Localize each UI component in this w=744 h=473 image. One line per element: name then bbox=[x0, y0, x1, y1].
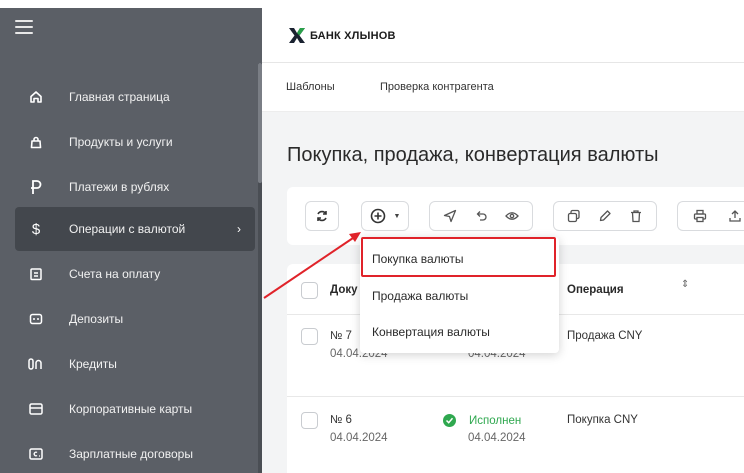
sidebar-item-rub-payments[interactable]: Платежи в рублях bbox=[0, 165, 262, 209]
export-group bbox=[677, 201, 744, 231]
document-number: № 6 bbox=[330, 414, 352, 426]
deposit-icon bbox=[28, 311, 44, 327]
sub-navigation: Шаблоны Проверка контрагента bbox=[262, 64, 744, 112]
select-all-checkbox[interactable] bbox=[301, 282, 318, 299]
top-bar: БАНК ХЛЫНОВ bbox=[262, 8, 744, 63]
bank-name: БАНК ХЛЫНОВ bbox=[310, 29, 396, 42]
sidebar-item-products[interactable]: Продукты и услуги bbox=[0, 120, 262, 164]
sort-icon[interactable]: ⇕ bbox=[681, 279, 689, 290]
sidebar: Главная страница Продукты и услуги Плате… bbox=[0, 8, 262, 473]
check-circle-icon bbox=[443, 414, 456, 427]
sidebar-item-corporate-cards[interactable]: Корпоративные карты bbox=[0, 387, 262, 431]
sidebar-item-invoices[interactable]: Счета на оплату bbox=[0, 252, 262, 296]
sidebar-item-credits[interactable]: Кредиты bbox=[0, 342, 262, 386]
plus-circle-icon bbox=[369, 207, 387, 225]
dollar-icon: $ bbox=[31, 220, 41, 238]
sidebar-item-label: Операции с валютой bbox=[69, 222, 186, 236]
eye-icon[interactable] bbox=[503, 207, 521, 225]
sidebar-item-label: Зарплатные договоры bbox=[69, 447, 193, 461]
invoice-icon bbox=[28, 266, 44, 282]
sidebar-item-label: Продукты и услуги bbox=[69, 135, 173, 149]
credit-icon bbox=[28, 356, 44, 372]
print-icon[interactable] bbox=[691, 207, 709, 225]
bag-icon bbox=[28, 134, 44, 150]
caret-down-icon: ▼ bbox=[393, 212, 401, 220]
sidebar-item-deposits[interactable]: Депозиты bbox=[0, 297, 262, 341]
pencil-icon[interactable] bbox=[596, 207, 614, 225]
menu-item-sell-currency[interactable]: Продажа валюты bbox=[360, 278, 559, 314]
sidebar-item-label: Главная страница bbox=[69, 90, 170, 104]
bank-logo[interactable]: БАНК ХЛЫНОВ bbox=[289, 28, 396, 43]
menu-icon[interactable] bbox=[15, 20, 33, 34]
sidebar-item-label: Кредиты bbox=[69, 357, 117, 371]
operation: Продажа CNY bbox=[567, 330, 643, 342]
status-badge: Исполнен bbox=[443, 414, 521, 427]
row-checkbox[interactable] bbox=[301, 328, 318, 345]
undo-icon[interactable] bbox=[472, 207, 490, 225]
trash-icon[interactable] bbox=[627, 207, 645, 225]
logo-icon bbox=[289, 28, 305, 43]
actions-group bbox=[429, 201, 533, 231]
row-checkbox[interactable] bbox=[301, 412, 318, 429]
document-date: 04.04.2024 bbox=[330, 432, 388, 444]
edit-group bbox=[553, 201, 657, 231]
card-icon bbox=[28, 401, 44, 417]
sidebar-item-salary[interactable]: Зарплатные договоры bbox=[0, 432, 262, 473]
sidebar-item-label: Депозиты bbox=[69, 312, 124, 326]
upload-icon[interactable] bbox=[726, 207, 744, 225]
sidebar-item-label: Счета на оплату bbox=[69, 267, 161, 281]
column-header-operation[interactable]: Операция bbox=[567, 284, 624, 296]
sidebar-item-home[interactable]: Главная страница bbox=[0, 75, 262, 119]
page-title: Покупка, продажа, конвертация валюты bbox=[287, 144, 659, 166]
salary-icon bbox=[28, 446, 44, 462]
status-date: 04.04.2024 bbox=[468, 432, 526, 444]
ruble-icon bbox=[28, 179, 44, 195]
menu-item-buy-currency[interactable]: Покупка валюты bbox=[360, 241, 559, 277]
operation: Покупка CNY bbox=[567, 414, 638, 426]
send-icon[interactable] bbox=[441, 207, 459, 225]
status-text: Исполнен bbox=[469, 414, 522, 427]
column-header-document[interactable]: Доку bbox=[330, 284, 358, 296]
sidebar-item-label: Платежи в рублях bbox=[69, 180, 170, 194]
templates-link[interactable]: Шаблоны bbox=[286, 81, 335, 93]
home-icon bbox=[28, 89, 44, 105]
sidebar-item-currency[interactable]: $ Операции с валютой › bbox=[15, 207, 255, 251]
counterparty-check-link[interactable]: Проверка контрагента bbox=[380, 81, 494, 93]
refresh-button[interactable] bbox=[305, 201, 339, 231]
document-number: № 7 bbox=[330, 330, 352, 342]
create-dropdown-menu: Покупка валюты Продажа валюты Конвертаци… bbox=[360, 237, 559, 353]
refresh-icon bbox=[313, 207, 331, 225]
chevron-right-icon: › bbox=[237, 222, 241, 236]
sidebar-item-label: Корпоративные карты bbox=[69, 402, 193, 416]
menu-item-convert-currency[interactable]: Конвертация валюты bbox=[360, 314, 559, 350]
create-button[interactable]: ▼ bbox=[361, 201, 409, 231]
copy-icon[interactable] bbox=[565, 207, 583, 225]
